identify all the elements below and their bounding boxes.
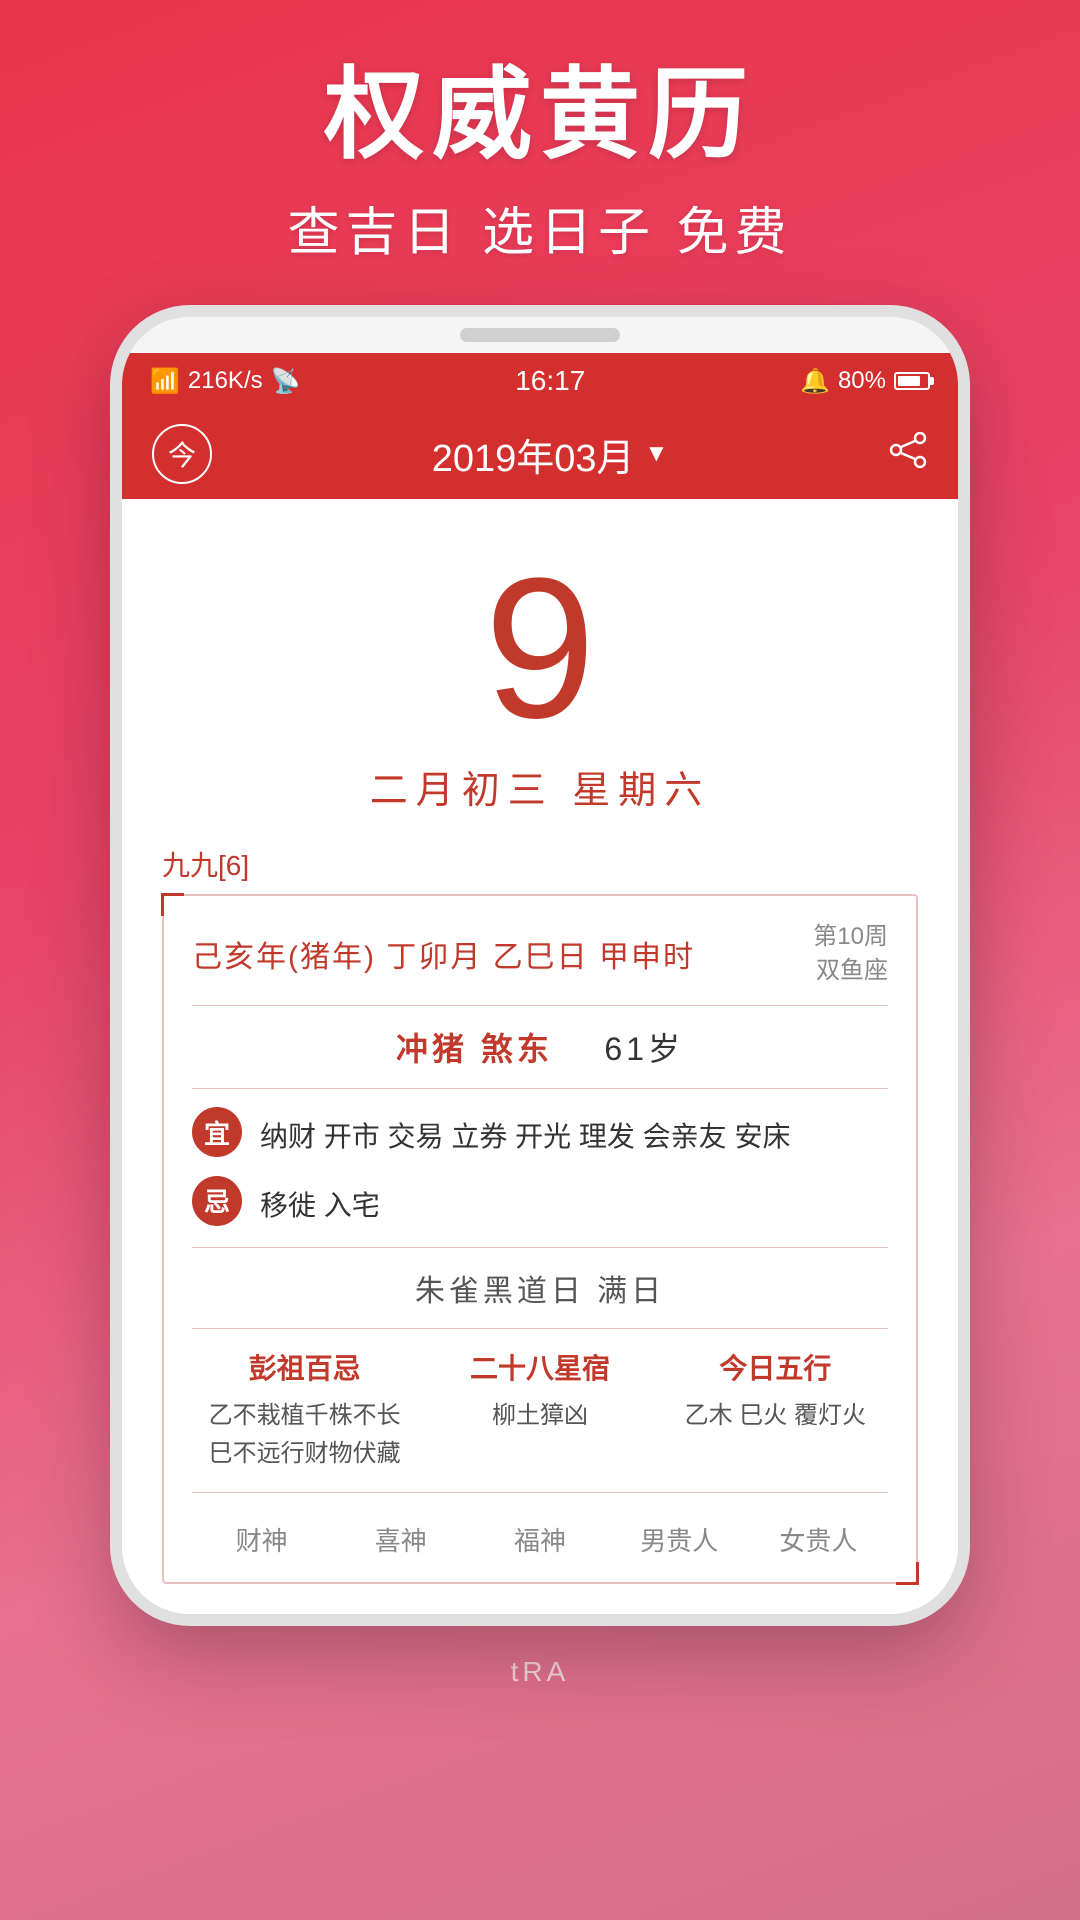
- god-nvguiren: 女贵人: [749, 1521, 888, 1558]
- wuxing-content: 乙木 巳火 覆灯火: [663, 1397, 888, 1435]
- nine-nine-indicator: 九九[6]: [162, 844, 918, 884]
- promo-section: 权威黄历 查吉日 选日子 免费: [0, 0, 1080, 305]
- good-content: 纳财 开市 交易 立券 开光 理发 会亲友 安床: [260, 1107, 790, 1160]
- good-badge: 宜: [192, 1107, 242, 1157]
- promo-title: 权威黄历: [0, 60, 1080, 170]
- month-selector[interactable]: 2019年03月 ▼: [432, 427, 669, 482]
- year-info-right: 第10周 双鱼座: [813, 920, 888, 987]
- bottom-watermark: tRA: [511, 1626, 570, 1718]
- battery-icon: [894, 372, 930, 390]
- phone-speaker: [122, 317, 958, 353]
- status-right: 🔔 80%: [800, 367, 930, 396]
- zodiac-sign: 双鱼座: [813, 954, 888, 988]
- info-box: 己亥年(猪年) 丁卯月 乙巳日 甲申时 第10周 双鱼座 冲猪 煞东 61岁 宜…: [162, 894, 918, 1584]
- status-time: 16:17: [515, 365, 585, 397]
- battery-fill: [898, 376, 920, 386]
- wifi-icon: 📡: [271, 367, 301, 396]
- conflict-text: 冲猪 煞东: [396, 1031, 553, 1067]
- big-date-section: 9 二月初三 星期六: [162, 529, 918, 824]
- promo-subtitle: 查吉日 选日子 免费: [0, 190, 1080, 265]
- bad-badge: 忌: [192, 1176, 242, 1226]
- wuxing-title: 今日五行: [663, 1347, 888, 1387]
- bad-item: 忌 移徙 入宅: [192, 1176, 888, 1229]
- column-stars: 二十八星宿 柳土獐凶: [427, 1347, 652, 1474]
- god-xishen: 喜神: [331, 1521, 470, 1558]
- pengzu-content: 乙不栽植千株不长 巳不远行财物伏藏: [192, 1397, 417, 1474]
- god-caishen: 财神: [192, 1521, 331, 1558]
- gods-row: 财神 喜神 福神 男贵人 女贵人: [192, 1511, 888, 1558]
- column-wuxing: 今日五行 乙木 巳火 覆灯火: [663, 1347, 888, 1474]
- phone-mockup: 📶 216K/s 📡 16:17 🔔 80% 今 2019年03月 ▼: [110, 305, 970, 1626]
- conflict-line: 冲猪 煞东 61岁: [192, 1024, 888, 1089]
- share-button[interactable]: [888, 432, 928, 477]
- app-header: 今 2019年03月 ▼: [122, 409, 958, 499]
- stars-content: 柳土獐凶: [427, 1397, 652, 1435]
- battery-percent: 80%: [838, 367, 886, 395]
- status-left: 📶 216K/s 📡: [150, 367, 301, 396]
- week-sign: 第10周: [813, 920, 888, 954]
- year-info-row: 己亥年(猪年) 丁卯月 乙巳日 甲申时 第10周 双鱼座: [192, 920, 888, 1006]
- column-pengzu: 彭祖百忌 乙不栽植千株不长 巳不远行财物伏藏: [192, 1347, 417, 1474]
- status-bar: 📶 216K/s 📡 16:17 🔔 80%: [122, 353, 958, 409]
- day-type-line: 朱雀黑道日 满日: [192, 1266, 888, 1329]
- signal-icon: 📶: [150, 367, 180, 396]
- dropdown-arrow-icon: ▼: [645, 440, 669, 468]
- month-display: 2019年03月: [432, 427, 635, 482]
- pengzu-title: 彭祖百忌: [192, 1347, 417, 1387]
- alarm-icon: 🔔: [800, 367, 830, 396]
- year-info-main: 己亥年(猪年) 丁卯月 乙巳日 甲申时: [192, 932, 695, 976]
- age-text: 61岁: [604, 1031, 684, 1067]
- good-item: 宜 纳财 开市 交易 立券 开光 理发 会亲友 安床: [192, 1107, 888, 1160]
- good-bad-section: 宜 纳财 开市 交易 立券 开光 理发 会亲友 安床 忌 移徙 入宅: [192, 1107, 888, 1248]
- god-fushen: 福神: [470, 1521, 609, 1558]
- stars-title: 二十八星宿: [427, 1347, 652, 1387]
- bad-content: 移徙 入宅: [260, 1176, 380, 1229]
- day-number: 9: [162, 549, 918, 749]
- lunar-date: 二月初三 星期六: [162, 759, 918, 814]
- god-nanquiren: 男贵人: [610, 1521, 749, 1558]
- speaker-bar: [460, 328, 620, 342]
- speed-indicator: 216K/s: [188, 367, 263, 395]
- three-columns: 彭祖百忌 乙不栽植千株不长 巳不远行财物伏藏 二十八星宿 柳土獐凶 今日五行 乙…: [192, 1347, 888, 1493]
- calendar-content: 9 二月初三 星期六 九九[6] 己亥年(猪年) 丁卯月 乙巳日 甲申时 第10…: [122, 499, 958, 1614]
- today-button[interactable]: 今: [152, 424, 212, 484]
- battery-box: [894, 372, 930, 390]
